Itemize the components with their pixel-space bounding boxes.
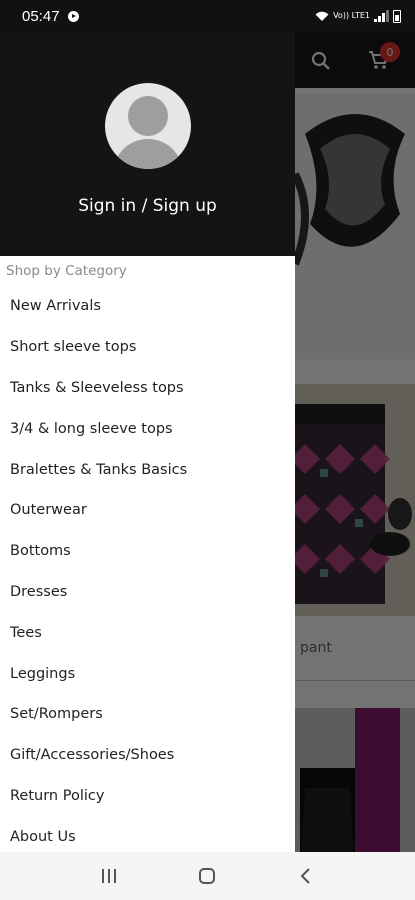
- menu-item-tees[interactable]: Tees: [0, 612, 295, 653]
- battery-icon: [393, 9, 401, 23]
- menu-item-return-policy[interactable]: Return Policy: [0, 776, 295, 817]
- network-label: Vo)) LTE1: [333, 11, 370, 20]
- menu-item-bralettes[interactable]: Bralettes & Tanks Basics: [0, 449, 295, 490]
- menu-item-long-sleeve-tops[interactable]: 3/4 & long sleeve tops: [0, 408, 295, 449]
- home-icon[interactable]: [192, 861, 222, 891]
- menu-item-bottoms[interactable]: Bottoms: [0, 531, 295, 572]
- menu-item-new-arrivals[interactable]: New Arrivals: [0, 286, 295, 327]
- menu-item-short-sleeve-tops[interactable]: Short sleeve tops: [0, 327, 295, 368]
- recent-apps-icon[interactable]: [94, 861, 124, 891]
- drawer-header: Sign in / Sign up: [0, 32, 295, 256]
- navigation-drawer: Sign in / Sign up Shop by Category New A…: [0, 32, 295, 852]
- system-nav-bar: [0, 852, 415, 900]
- media-playing-icon: [67, 10, 79, 22]
- back-icon[interactable]: [291, 861, 321, 891]
- menu-item-set-rompers[interactable]: Set/Rompers: [0, 694, 295, 735]
- section-title: Shop by Category: [6, 263, 127, 279]
- menu-item-tanks-sleeveless[interactable]: Tanks & Sleeveless tops: [0, 368, 295, 409]
- status-bar: 05:47 Vo)) LTE1: [0, 0, 415, 32]
- menu-item-gift-accessories[interactable]: Gift/Accessories/Shoes: [0, 735, 295, 776]
- menu-item-about-us[interactable]: About Us: [0, 816, 295, 852]
- sign-in-link[interactable]: Sign in / Sign up: [0, 196, 295, 216]
- category-menu: New Arrivals Short sleeve tops Tanks & S…: [0, 286, 295, 852]
- menu-item-dresses[interactable]: Dresses: [0, 572, 295, 613]
- status-time: 05:47: [22, 7, 60, 25]
- menu-item-outerwear[interactable]: Outerwear: [0, 490, 295, 531]
- signal-icon: [374, 10, 389, 22]
- menu-item-leggings[interactable]: Leggings: [0, 653, 295, 694]
- status-icons: Vo)) LTE1: [315, 9, 401, 23]
- wifi-icon: [315, 11, 329, 21]
- avatar-icon[interactable]: [105, 83, 191, 169]
